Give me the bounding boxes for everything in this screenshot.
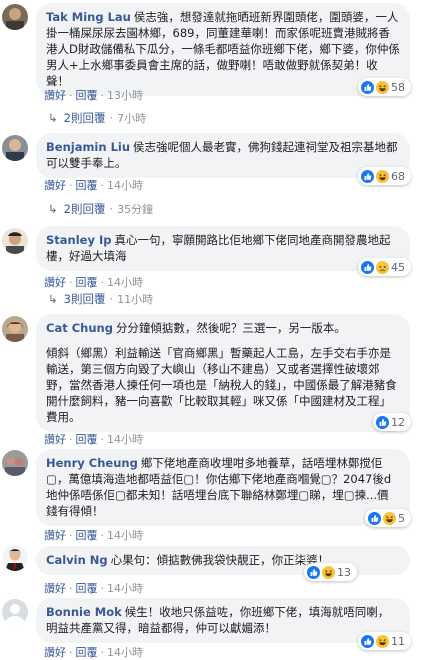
- reaction-summary[interactable]: 11: [358, 632, 411, 650]
- replies-count[interactable]: 2則回覆: [64, 110, 106, 126]
- comment-text: 心果句：傾掂數佛我袋快靚正，你正柒婆！: [110, 553, 330, 567]
- view-replies[interactable]: ↳ 2則回覆 · 7小時: [48, 110, 146, 126]
- haha-reaction-icon: [322, 565, 335, 579]
- like-button[interactable]: 讚好: [44, 646, 66, 659]
- sad-reaction-icon: [376, 260, 389, 274]
- like-button[interactable]: 讚好: [44, 433, 66, 446]
- reaction-summary[interactable]: 13: [304, 563, 357, 581]
- reaction-count: 11: [391, 634, 405, 648]
- reply-button[interactable]: 回覆: [76, 529, 98, 542]
- comment-actions: 讚好 · 回覆 · 13小時: [44, 89, 143, 102]
- like-button[interactable]: 讚好: [44, 179, 66, 192]
- avatar[interactable]: [2, 135, 28, 161]
- commenter-name[interactable]: Bonnie Mok: [46, 605, 122, 619]
- avatar[interactable]: [2, 545, 28, 571]
- reply-button[interactable]: 回覆: [76, 89, 98, 102]
- like-reaction-icon: [376, 415, 389, 429]
- like-reaction-icon: [361, 80, 374, 94]
- comment-time[interactable]: 14小時: [107, 179, 143, 192]
- reaction-summary[interactable]: 45: [358, 258, 411, 276]
- comment-time[interactable]: 14小時: [107, 646, 143, 659]
- reply-button[interactable]: 回覆: [76, 582, 98, 595]
- view-replies[interactable]: ↳ 3則回覆 · 11小時: [48, 291, 153, 307]
- commenter-name[interactable]: Calvin Ng: [46, 553, 108, 567]
- avatar[interactable]: [2, 228, 28, 254]
- haha-reaction-icon: [376, 634, 389, 648]
- reply-arrow-icon: ↳: [48, 202, 58, 216]
- avatar[interactable]: [2, 599, 28, 625]
- comment-actions: 讚好 · 回覆 · 14小時: [44, 646, 143, 659]
- reply-button[interactable]: 回覆: [76, 433, 98, 446]
- reply-button[interactable]: 回覆: [76, 179, 98, 192]
- comment-time[interactable]: 14小時: [107, 582, 143, 595]
- view-replies[interactable]: ↳ 2則回覆 · 35分鐘: [48, 201, 153, 217]
- avatar[interactable]: [2, 316, 28, 342]
- avatar[interactable]: [2, 450, 28, 476]
- reaction-summary[interactable]: 68: [358, 167, 411, 185]
- commenter-name[interactable]: Henry Cheung: [46, 456, 138, 470]
- like-button[interactable]: 讚好: [44, 276, 66, 289]
- reply-button[interactable]: 回覆: [76, 646, 98, 659]
- comment-time[interactable]: 14小時: [107, 529, 143, 542]
- comment-time[interactable]: 14小時: [107, 433, 143, 446]
- like-button[interactable]: 讚好: [44, 529, 66, 542]
- like-button[interactable]: 讚好: [44, 89, 66, 102]
- comment-text-paragraph: 傾斜（鄉黑）利益輸送「官商鄉黑」暫藥起人工島，左手交右手亦是輸送，第三個方向毀了…: [46, 346, 397, 424]
- comment-time[interactable]: 14小時: [107, 276, 143, 289]
- reply-button[interactable]: 回覆: [76, 276, 98, 289]
- reaction-count: 13: [337, 565, 351, 579]
- commenter-name[interactable]: Tak Ming Lau: [46, 10, 131, 24]
- reaction-count: 68: [391, 169, 405, 183]
- like-reaction-icon: [361, 260, 374, 274]
- comment-bubble: Stanley Ip 真心一句，寧願開路比佢地鄉下佬同地產商開發農地起樓，好過大填…: [36, 226, 410, 271]
- comment-time[interactable]: 13小時: [107, 89, 143, 102]
- reply-arrow-icon: ↳: [48, 111, 58, 125]
- comment-actions: 讚好 · 回覆 · 14小時: [44, 582, 143, 595]
- avatar[interactable]: [2, 4, 28, 30]
- haha-reaction-icon: [376, 80, 389, 94]
- replies-count[interactable]: 2則回覆: [64, 201, 106, 217]
- like-button[interactable]: 讚好: [44, 582, 66, 595]
- like-reaction-icon: [361, 169, 374, 183]
- replies-time: 35分鐘: [117, 203, 154, 216]
- reaction-summary[interactable]: 58: [358, 78, 411, 96]
- replies-time: 7小時: [117, 112, 147, 125]
- comment-actions: 讚好 · 回覆 · 14小時: [44, 433, 143, 446]
- comment-bubble: Cat Chung 分分鐘傾掂數，然後呢？三選一，另一版本。傾斜（鄉黑）利益輸送「…: [36, 314, 410, 432]
- reaction-count: 45: [391, 260, 405, 274]
- like-reaction-icon: [368, 511, 381, 525]
- like-reaction-icon: [307, 565, 320, 579]
- replies-time: 11小時: [117, 293, 154, 306]
- haha-reaction-icon: [383, 511, 396, 525]
- haha-reaction-icon: [376, 169, 389, 183]
- commenter-name[interactable]: Cat Chung: [46, 321, 113, 335]
- reaction-summary[interactable]: 12: [373, 413, 411, 431]
- comment-bubble: Benjamin Liu 侯志強呢個人最老實，佛狗錢起連祠堂及祖宗基地都可以雙手奉…: [36, 133, 410, 178]
- comment-actions: 讚好 · 回覆 · 14小時: [44, 529, 143, 542]
- commenter-name[interactable]: Benjamin Liu: [46, 140, 130, 154]
- comment-actions: 讚好 · 回覆 · 14小時: [44, 276, 143, 289]
- comment-bubble: Henry Cheung 鄉下佬地產商收埋咁多地養草，話唔埋林鄭搅佢▢，萬億填海造…: [36, 449, 410, 526]
- comment-bubble: Tak Ming Lau 侯志強，想發達就拖晒班新界圍頭佬，圍頭婆，一人掛一桶屎尿…: [36, 3, 410, 96]
- comment-actions: 讚好 · 回覆 · 14小時: [44, 179, 143, 192]
- reply-arrow-icon: ↳: [48, 292, 58, 306]
- reaction-summary[interactable]: 5: [365, 509, 411, 527]
- commenter-name[interactable]: Stanley Ip: [46, 233, 111, 247]
- reaction-count: 12: [391, 415, 405, 429]
- reaction-count: 5: [398, 511, 405, 525]
- like-reaction-icon: [361, 634, 374, 648]
- comment-bubble: Bonnie Mok 候生！收地只係益咗，你班鄉下佬，填海就唔同喇，明益共產黨又得…: [36, 598, 410, 643]
- replies-count[interactable]: 3則回覆: [64, 291, 106, 307]
- reaction-count: 58: [391, 80, 405, 94]
- comment-text: 分分鐘傾掂數，然後呢？三選一，另一版本。: [115, 321, 346, 335]
